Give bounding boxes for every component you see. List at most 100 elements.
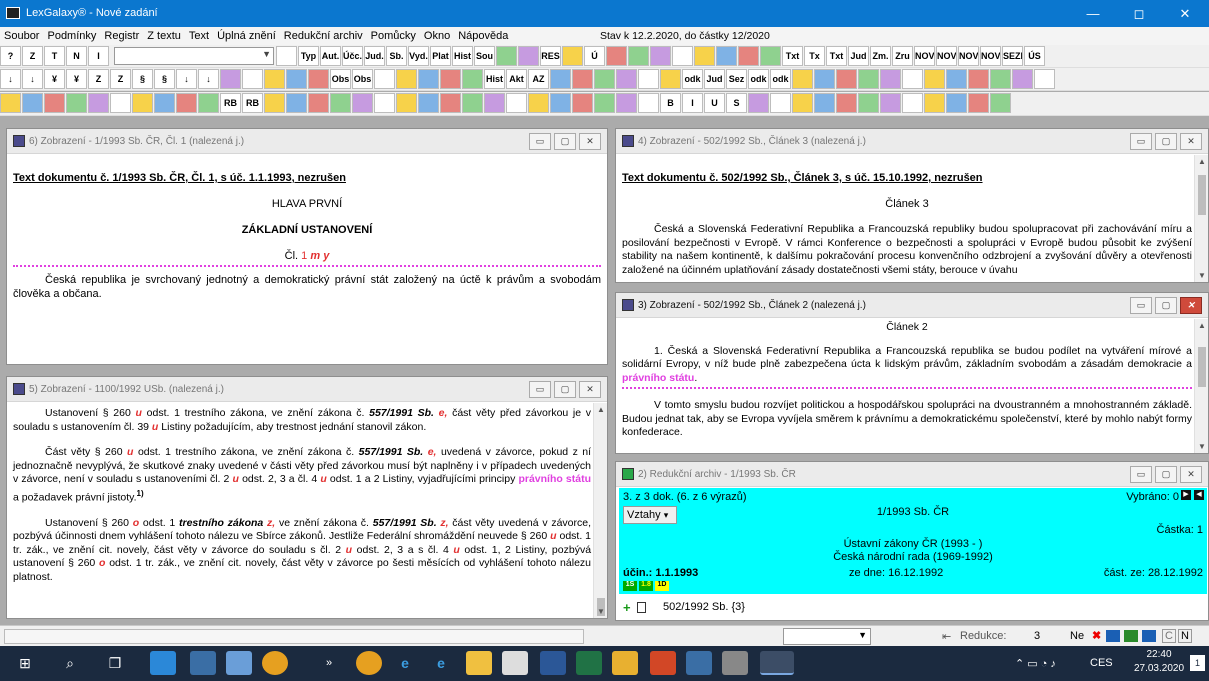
menu-item-10[interactable]: Nápověda (454, 27, 512, 45)
menu-item-7[interactable]: Redukční archiv (280, 27, 367, 45)
toolbar2-button-1[interactable]: ↓ (0, 69, 21, 89)
windows-start-icon[interactable]: ⊞ (12, 651, 38, 675)
toolbar1-button-2[interactable]: Z (22, 46, 43, 66)
maximize-button[interactable]: ▢ (1155, 133, 1177, 150)
minimize-button[interactable]: ▭ (1130, 297, 1152, 314)
toolbar3-button-16[interactable] (330, 93, 351, 113)
toolbar1-button-37[interactable]: NOVÉ (958, 46, 979, 66)
toolbar3-button-20[interactable] (418, 93, 439, 113)
toolbar3-button-9[interactable] (176, 93, 197, 113)
language-indicator[interactable]: CES (1090, 657, 1113, 669)
toolbar2-button-30[interactable] (638, 69, 659, 89)
back-arrow-icon[interactable]: ⇤ (942, 630, 951, 643)
toolbar1-button-36[interactable]: NOVÉ (936, 46, 957, 66)
window-5-header[interactable]: 5) Zobrazení - 1100/1992 USb. (nalezená … (7, 377, 607, 402)
toolbar2-button-33[interactable]: Jud (704, 69, 725, 89)
toolbar1-button-27[interactable] (738, 46, 759, 66)
toolbar3-button-34[interactable]: S (726, 93, 747, 113)
window-2-header[interactable]: 2) Redukční archiv - 1/1993 Sb. ČR ▭ ▢ ✕ (616, 462, 1208, 487)
tool-icon[interactable] (1124, 630, 1138, 642)
toolbar3-button-39[interactable] (836, 93, 857, 113)
toolbar1-button-23[interactable] (650, 46, 671, 66)
toolbar3-button-25[interactable] (528, 93, 549, 113)
app-icon-1[interactable] (150, 651, 176, 675)
app-icon-4[interactable] (612, 651, 638, 675)
lexgalaxy-taskbar-icon[interactable] (760, 651, 794, 675)
toolbar2-button-23[interactable]: Hist (484, 69, 505, 89)
toolbar1-button-26[interactable] (716, 46, 737, 66)
toolbar2-button-40[interactable] (858, 69, 879, 89)
notification-icon[interactable]: 1 (1190, 655, 1205, 671)
toolbar3-button-18[interactable] (374, 93, 395, 113)
toolbar3-button-36[interactable] (770, 93, 791, 113)
toolbar2-button-17[interactable]: Obs (352, 69, 373, 89)
maximize-button[interactable]: ▢ (1155, 297, 1177, 314)
toolbar1-button-22[interactable] (628, 46, 649, 66)
toolbar3-button-43[interactable] (924, 93, 945, 113)
c-toggle[interactable]: C (1162, 629, 1176, 643)
toolbar1-button-9[interactable]: Účc. (342, 46, 363, 66)
toolbar2-button-37[interactable] (792, 69, 813, 89)
toolbar2-button-10[interactable]: ↓ (198, 69, 219, 89)
toolbar2-button-26[interactable] (550, 69, 571, 89)
toolbar1-button-40[interactable]: ÚS (1024, 46, 1045, 66)
toolbar2-button-15[interactable] (308, 69, 329, 89)
toolbar1-button-12[interactable]: Vyd. (408, 46, 429, 66)
x-icon[interactable]: ✖ (1092, 629, 1101, 642)
window-4-header[interactable]: 4) Zobrazení - 502/1992 Sb., Článek 3 (n… (616, 129, 1208, 154)
close-button[interactable]: ✕ (1180, 133, 1202, 150)
toolbar3-button-15[interactable] (308, 93, 329, 113)
toolbar1-button-24[interactable] (672, 46, 693, 66)
app-icon-3[interactable] (226, 651, 252, 675)
toolbar1-button-18[interactable]: RES (540, 46, 561, 66)
toolbar1-button-6[interactable] (276, 46, 297, 66)
toolbar1-button-8[interactable]: Aut. (320, 46, 341, 66)
toolbar3-button-4[interactable] (66, 93, 87, 113)
toolbar1-button-21[interactable] (606, 46, 627, 66)
menu-item-1[interactable]: Soubor (0, 27, 43, 45)
app-icon-2[interactable] (190, 651, 216, 675)
toolbar2-button-47[interactable] (1012, 69, 1033, 89)
minimize-button[interactable]: ▭ (529, 133, 551, 150)
list-icon[interactable] (1106, 630, 1120, 642)
minimize-button[interactable]: ▭ (529, 381, 551, 398)
toolbar1-button-34[interactable]: Zru (892, 46, 913, 66)
toolbar3-button-32[interactable]: I (682, 93, 703, 113)
toolbar3-button-22[interactable] (462, 93, 483, 113)
next-icon[interactable]: ▶ (1181, 490, 1191, 500)
save-app-icon[interactable] (686, 651, 712, 675)
toolbar3-button-37[interactable] (792, 93, 813, 113)
search-icon[interactable]: ⌕ (57, 651, 83, 675)
n-toggle[interactable]: N (1178, 629, 1192, 643)
menu-item-3[interactable]: Registr (100, 27, 143, 45)
toolbar2-button-36[interactable]: odk (770, 69, 791, 89)
window-3-header[interactable]: 3) Zobrazení - 502/1992 Sb., Článek 2 (n… (616, 293, 1208, 318)
toolbar2-button-34[interactable]: Sez (726, 69, 747, 89)
toolbar1-button-15[interactable]: Sou (474, 46, 495, 66)
toolbar3-button-19[interactable] (396, 93, 417, 113)
toolbar1-button-14[interactable]: Hist (452, 46, 473, 66)
toolbar2-button-45[interactable] (968, 69, 989, 89)
toolbar1-button-33[interactable]: Zm. (870, 46, 891, 66)
close-button[interactable]: ✕ (579, 133, 601, 150)
toolbar3-button-2[interactable] (22, 93, 43, 113)
toolbar1-button-13[interactable]: Plat (430, 46, 451, 66)
scrollbar[interactable]: ▲ ▼ (1194, 155, 1208, 282)
toolbar2-button-21[interactable] (440, 69, 461, 89)
toolbar3-button-30[interactable] (638, 93, 659, 113)
toolbar1-button-25[interactable] (694, 46, 715, 66)
toolbar3-button-12[interactable]: RB (242, 93, 263, 113)
toolbar3-button-23[interactable] (484, 93, 505, 113)
overflow-icon[interactable]: » (316, 651, 342, 675)
toolbar2-button-31[interactable] (660, 69, 681, 89)
status-combo[interactable]: ▼ (783, 628, 871, 645)
toolbar1-button-17[interactable] (518, 46, 539, 66)
minimize-button[interactable]: ▭ (1130, 466, 1152, 483)
toolbar3-button-13[interactable] (264, 93, 285, 113)
toolbar3-button-14[interactable] (286, 93, 307, 113)
menu-item-4[interactable]: Z textu (143, 27, 185, 45)
toolbar2-button-9[interactable]: ↓ (176, 69, 197, 89)
scrollbar[interactable]: ▲ ▼ (1194, 319, 1208, 453)
toolbar3-button-7[interactable] (132, 93, 153, 113)
toolbar1-button-20[interactable]: Ú (584, 46, 605, 66)
